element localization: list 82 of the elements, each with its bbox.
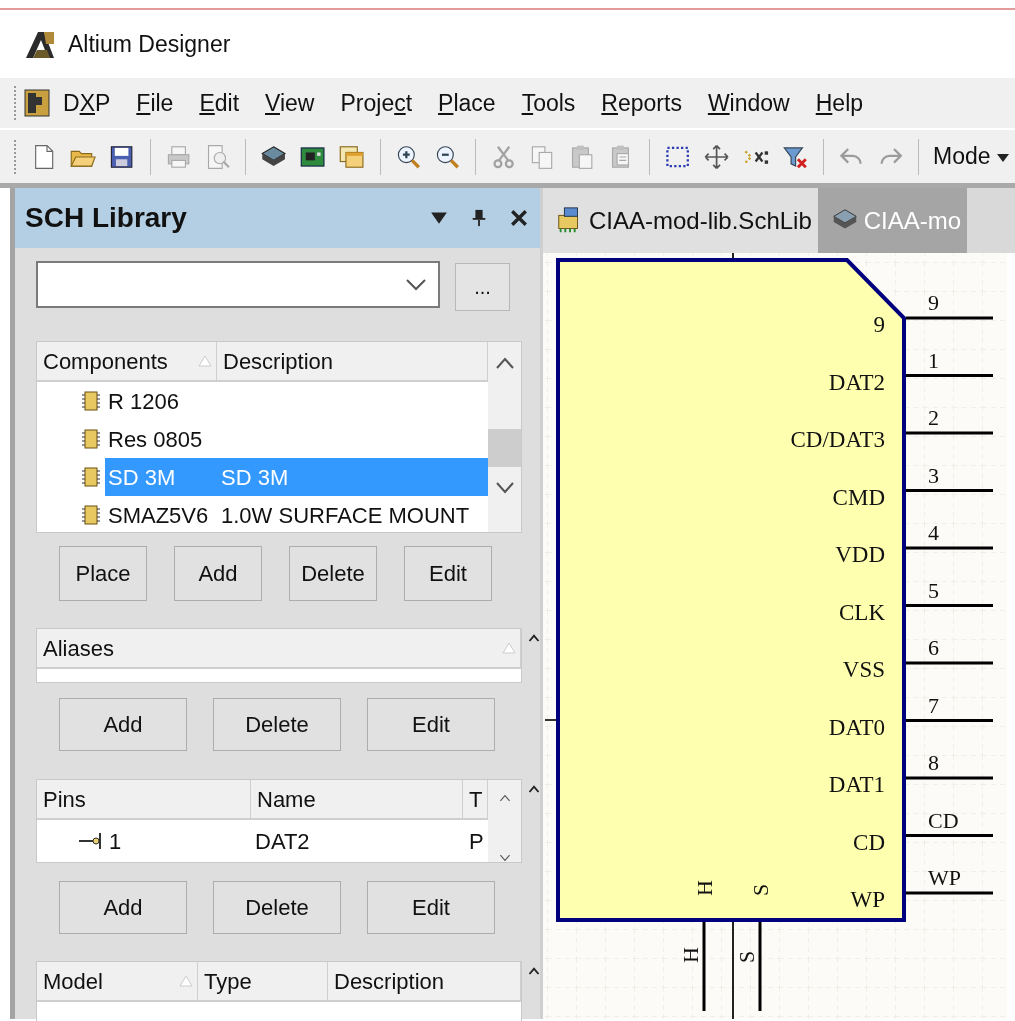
move-icon[interactable] — [703, 142, 731, 171]
panel-button[interactable]: Delete — [213, 881, 341, 934]
column-header[interactable]: Pins — [37, 780, 251, 818]
panel-button[interactable]: Delete — [289, 546, 377, 601]
column-header[interactable]: Components — [37, 342, 217, 380]
pin-name: CMD — [832, 484, 885, 510]
browse-button[interactable]: ... — [455, 263, 510, 311]
pin-name: VDD — [835, 542, 885, 567]
panel-title: SCH Library — [25, 201, 188, 235]
panel-button[interactable]: Edit — [404, 546, 492, 601]
pin-name: DAT1 — [828, 772, 885, 797]
pin-number: H — [678, 947, 703, 963]
filter-combobox[interactable] — [36, 261, 440, 308]
pin-number: 1 — [928, 347, 939, 373]
component-icon — [81, 466, 101, 488]
pin-name: S — [748, 883, 773, 896]
collapse-icon[interactable] — [528, 965, 540, 977]
panel-button[interactable]: Add — [174, 546, 262, 601]
table-cell-text: P — [468, 827, 484, 856]
pin-name: WP — [850, 887, 885, 912]
panel-button[interactable]: Add — [59, 698, 187, 751]
pin-name: VSS — [842, 657, 885, 682]
panel-button[interactable]: Edit — [367, 698, 495, 751]
pin-number: 2 — [928, 405, 939, 430]
document-tab[interactable]: CIAA-mod-lib.SchLib — [543, 188, 818, 253]
menu-item[interactable]: Place — [425, 85, 509, 121]
pin-name: DAT0 — [828, 714, 885, 740]
panel-button[interactable]: Add — [59, 881, 187, 934]
collapse-icon[interactable] — [528, 783, 540, 795]
chevron-down-icon — [406, 278, 426, 291]
scrollbar[interactable] — [488, 342, 521, 532]
list-row[interactable]: Res 0805 — [105, 420, 488, 458]
panel-button[interactable]: Delete — [213, 698, 341, 751]
scroll-down-icon[interactable] — [494, 481, 515, 495]
pin-name: DAT2 — [828, 369, 885, 395]
table-cell-text: DAT2 — [254, 827, 311, 856]
pin-name: 9 — [873, 312, 885, 337]
pin-number: 3 — [928, 462, 939, 488]
app-title: Altium Designer — [68, 29, 231, 59]
pin-name: CD — [853, 829, 885, 855]
table-cell-text: 1 — [108, 827, 123, 856]
collapse-icon[interactable] — [528, 632, 540, 644]
menu-item[interactable]: Window — [694, 85, 803, 121]
pin-number: 7 — [928, 692, 939, 718]
list-row[interactable]: R 1206 — [105, 382, 488, 420]
menu-item[interactable]: DXP — [50, 85, 124, 121]
dxp-icon[interactable] — [24, 89, 50, 117]
pin-number: S — [734, 950, 759, 963]
pin-number: 5 — [928, 577, 939, 603]
pin-name: CD/DAT3 — [790, 427, 885, 452]
close-icon[interactable] — [510, 209, 528, 227]
pin-name: H — [692, 880, 717, 896]
mode-dropdown[interactable]: Mode — [927, 139, 1015, 174]
pin-number: 6 — [928, 635, 939, 660]
menu-item[interactable]: Edit — [186, 85, 253, 121]
list-row[interactable]: SMAZ5V6 1.0W SURFACE MOUNT — [105, 496, 488, 534]
scroll-thumb[interactable] — [488, 429, 521, 467]
panel-button[interactable]: Edit — [367, 881, 495, 934]
menu-item[interactable]: Project — [327, 85, 426, 121]
column-header[interactable]: Model — [37, 962, 198, 1000]
menu-item[interactable]: View — [252, 85, 328, 121]
pin-icon[interactable] — [470, 209, 488, 227]
pin-number: 8 — [928, 750, 939, 775]
pin-name: CLK — [839, 599, 885, 625]
menu-item[interactable]: Help — [802, 85, 877, 121]
caret-icon — [997, 154, 1010, 163]
pin-number: 4 — [928, 520, 939, 545]
pin-number: WP — [928, 865, 961, 890]
column-header[interactable]: Description — [328, 962, 521, 1000]
menu-item[interactable]: Tools — [508, 85, 589, 121]
column-header[interactable]: Type — [198, 962, 328, 1000]
scroll-up-icon[interactable] — [494, 356, 515, 370]
scrollbar[interactable] — [488, 780, 521, 862]
column-header[interactable]: Name — [251, 780, 463, 818]
component-icon — [81, 390, 101, 412]
panel-button[interactable]: Place — [59, 546, 147, 601]
menu-item[interactable]: File — [123, 85, 187, 121]
component-icon — [81, 504, 101, 526]
pin-number: CD — [928, 807, 959, 833]
pin-number: 9 — [928, 290, 939, 315]
component-icon — [81, 428, 101, 450]
menu-item[interactable]: Reports — [588, 85, 695, 121]
